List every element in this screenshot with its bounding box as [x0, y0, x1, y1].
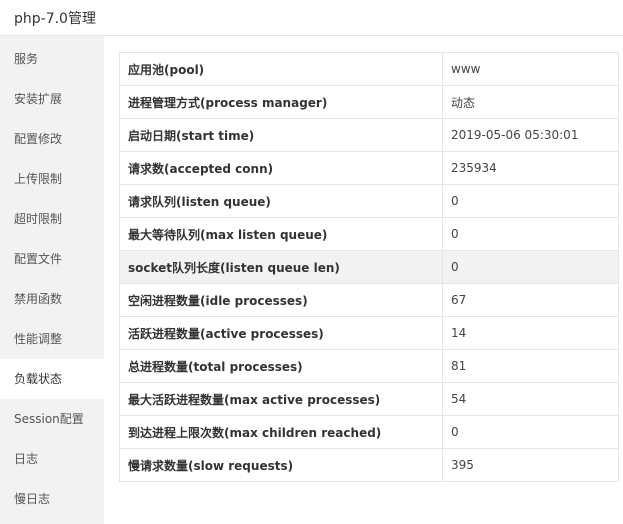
status-key: 慢请求数量(slow requests): [119, 448, 443, 482]
status-value: 动态: [442, 85, 619, 119]
sidebar-item-performance-tuning[interactable]: 性能调整: [0, 319, 104, 359]
status-key: 最大活跃进程数量(max active processes): [119, 382, 443, 416]
status-value: 0: [442, 250, 619, 284]
status-value: 0: [442, 415, 619, 449]
table-row: 请求队列(listen queue) 0: [119, 184, 619, 218]
sidebar-item-label: 日志: [14, 452, 39, 466]
status-value: 2019-05-06 05:30:01: [442, 118, 619, 152]
sidebar-item-slow-log[interactable]: 慢日志: [0, 479, 104, 519]
status-value: 81: [442, 349, 619, 383]
sidebar-item-label: 配置文件: [14, 252, 63, 266]
window-title: php-7.0管理: [14, 10, 96, 27]
status-key: 活跃进程数量(active processes): [119, 316, 443, 350]
status-value: www: [442, 52, 619, 86]
table-row-highlighted: socket队列长度(listen queue len) 0: [119, 250, 619, 284]
status-value: 0: [442, 217, 619, 251]
sidebar-item-config-file[interactable]: 配置文件: [0, 239, 104, 279]
table-row: 请求数(accepted conn) 235934: [119, 151, 619, 185]
status-value: 67: [442, 283, 619, 317]
sidebar-item-label: 超时限制: [14, 212, 63, 226]
sidebar-item-label: 服务: [14, 52, 39, 66]
window-titlebar: php-7.0管理: [0, 0, 623, 36]
main-content: 应用池(pool) www 进程管理方式(process manager) 动态…: [104, 36, 623, 524]
status-value: 54: [442, 382, 619, 416]
php-manager-window: php-7.0管理 服务 安装扩展 配置修改 上传限制 超时限制 配置文件 禁用…: [0, 0, 623, 524]
table-row: 慢请求数量(slow requests) 395: [119, 448, 619, 482]
status-key: 请求数(accepted conn): [119, 151, 443, 185]
status-value: 0: [442, 184, 619, 218]
sidebar-item-load-status[interactable]: 负载状态: [0, 359, 104, 399]
sidebar-item-disabled-functions[interactable]: 禁用函数: [0, 279, 104, 319]
status-key: 进程管理方式(process manager): [119, 85, 443, 119]
table-row: 空闲进程数量(idle processes) 67: [119, 283, 619, 317]
status-key: 空闲进程数量(idle processes): [119, 283, 443, 317]
table-row: 到达进程上限次数(max children reached) 0: [119, 415, 619, 449]
table-row: 活跃进程数量(active processes) 14: [119, 316, 619, 350]
sidebar-item-config-edit[interactable]: 配置修改: [0, 119, 104, 159]
status-key: 启动日期(start time): [119, 118, 443, 152]
fpm-status-table: 应用池(pool) www 进程管理方式(process manager) 动态…: [119, 52, 619, 482]
sidebar-item-label: 禁用函数: [14, 292, 63, 306]
sidebar-item-install-extensions[interactable]: 安装扩展: [0, 79, 104, 119]
status-value: 14: [442, 316, 619, 350]
status-key: socket队列长度(listen queue len): [119, 250, 443, 284]
table-row: 最大活跃进程数量(max active processes) 54: [119, 382, 619, 416]
table-row: 应用池(pool) www: [119, 52, 619, 86]
sidebar-item-label: 安装扩展: [14, 92, 63, 106]
status-key: 应用池(pool): [119, 52, 443, 86]
sidebar-item-label: 性能调整: [14, 332, 63, 346]
sidebar-item-label: 上传限制: [14, 172, 63, 186]
window-body: 服务 安装扩展 配置修改 上传限制 超时限制 配置文件 禁用函数 性能调整 负载…: [0, 36, 623, 524]
table-row: 进程管理方式(process manager) 动态: [119, 85, 619, 119]
table-row: 最大等待队列(max listen queue) 0: [119, 217, 619, 251]
status-key: 请求队列(listen queue): [119, 184, 443, 218]
status-value: 395: [442, 448, 619, 482]
status-key: 总进程数量(total processes): [119, 349, 443, 383]
status-value: 235934: [442, 151, 619, 185]
table-row: 总进程数量(total processes) 81: [119, 349, 619, 383]
sidebar-item-label: 负载状态: [14, 372, 63, 386]
sidebar-item-timeout-limit[interactable]: 超时限制: [0, 199, 104, 239]
status-key: 最大等待队列(max listen queue): [119, 217, 443, 251]
sidebar-item-log[interactable]: 日志: [0, 439, 104, 479]
sidebar-item-upload-limit[interactable]: 上传限制: [0, 159, 104, 199]
sidebar-item-label: 配置修改: [14, 132, 63, 146]
sidebar-item-service[interactable]: 服务: [0, 39, 104, 79]
sidebar-item-session-config[interactable]: Session配置: [0, 399, 104, 439]
status-key: 到达进程上限次数(max children reached): [119, 415, 443, 449]
table-row: 启动日期(start time) 2019-05-06 05:30:01: [119, 118, 619, 152]
sidebar-item-label: Session配置: [14, 412, 84, 426]
sidebar-menu: 服务 安装扩展 配置修改 上传限制 超时限制 配置文件 禁用函数 性能调整 负载…: [0, 36, 104, 524]
sidebar-item-label: 慢日志: [14, 492, 51, 506]
